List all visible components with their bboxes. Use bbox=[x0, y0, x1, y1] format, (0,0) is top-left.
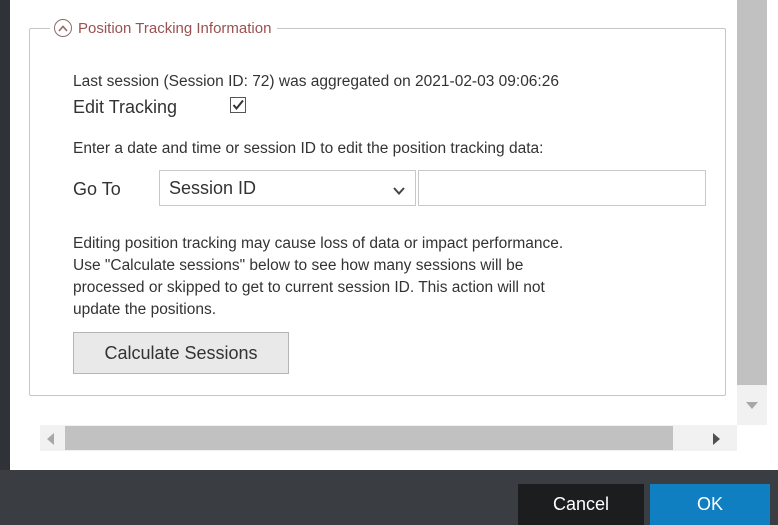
dialog-edge bbox=[0, 0, 10, 470]
goto-type-select[interactable]: Session ID bbox=[159, 170, 416, 206]
calculate-sessions-button[interactable]: Calculate Sessions bbox=[73, 332, 289, 374]
warning-line: Use "Calculate sessions" below to see ho… bbox=[73, 257, 524, 274]
warning-line: Editing position tracking may cause loss… bbox=[73, 235, 564, 252]
scroll-down-arrow-icon[interactable] bbox=[746, 396, 758, 414]
vertical-scrollbar[interactable] bbox=[737, 0, 767, 425]
vertical-scroll-thumb[interactable] bbox=[737, 0, 767, 385]
last-session-text: Last session (Session ID: 72) was aggreg… bbox=[73, 73, 559, 90]
horizontal-scroll-thumb[interactable] bbox=[65, 426, 673, 450]
section-title: Position Tracking Information bbox=[78, 19, 272, 37]
goto-value-input[interactable] bbox=[418, 170, 706, 206]
instructions-text: Enter a date and time or session ID to e… bbox=[73, 140, 544, 157]
warning-line: processed or skipped to get to current s… bbox=[73, 279, 545, 296]
ok-button[interactable]: OK bbox=[650, 484, 770, 525]
edit-tracking-checkbox[interactable] bbox=[230, 97, 246, 113]
goto-label: Go To bbox=[73, 179, 121, 199]
edit-tracking-label: Edit Tracking bbox=[73, 97, 178, 117]
warning-line: update the positions. bbox=[73, 301, 217, 318]
goto-type-value: Session ID bbox=[169, 177, 257, 198]
chevron-up-circle-icon[interactable] bbox=[54, 19, 72, 37]
section-legend[interactable]: Position Tracking Information bbox=[50, 15, 278, 41]
horizontal-scrollbar[interactable] bbox=[40, 425, 737, 451]
chevron-down-icon bbox=[393, 182, 405, 200]
checkmark-icon bbox=[232, 99, 244, 111]
warning-text: Editing position tracking may cause loss… bbox=[73, 233, 723, 321]
scroll-left-arrow-icon[interactable] bbox=[47, 432, 54, 450]
cancel-button[interactable]: Cancel bbox=[518, 484, 644, 525]
scroll-right-arrow-icon[interactable] bbox=[713, 432, 720, 450]
